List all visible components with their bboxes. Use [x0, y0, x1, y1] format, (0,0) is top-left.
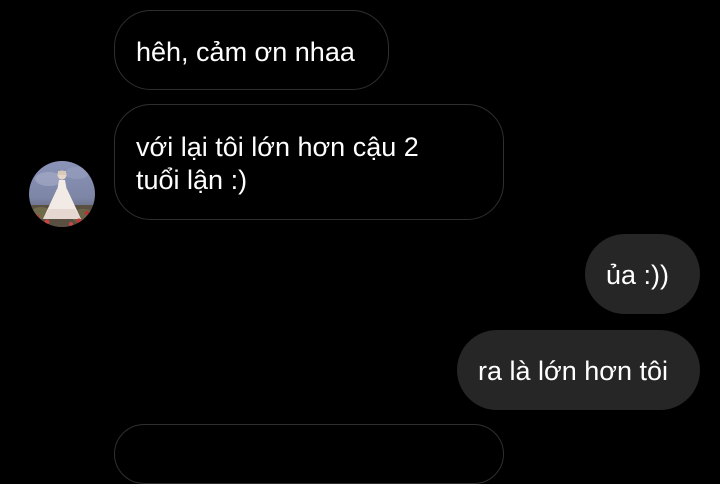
outgoing-message-bubble[interactable]: ủa :)) [585, 234, 700, 314]
message-text: hêh, cảm ơn nhaa [136, 37, 355, 67]
avatar-image [29, 161, 95, 227]
message-text-line: với lại tôi lớn hơn cậu 2 [136, 132, 419, 162]
incoming-message-bubble[interactable]: hêh, cảm ơn nhaa [114, 10, 389, 90]
sender-avatar[interactable] [29, 161, 95, 227]
message-text-line: tuổi lận :) [136, 165, 248, 195]
incoming-message-bubble[interactable]: với lại tôi lớn hơn cậu 2 tuổi lận :) [114, 104, 504, 220]
message-text: ủa :)) [606, 260, 670, 290]
incoming-message-bubble-partial[interactable] [114, 424, 504, 484]
outgoing-message-bubble[interactable]: ra là lớn hơn tôi [457, 330, 700, 410]
message-text: ra là lớn hơn tôi [478, 356, 669, 386]
